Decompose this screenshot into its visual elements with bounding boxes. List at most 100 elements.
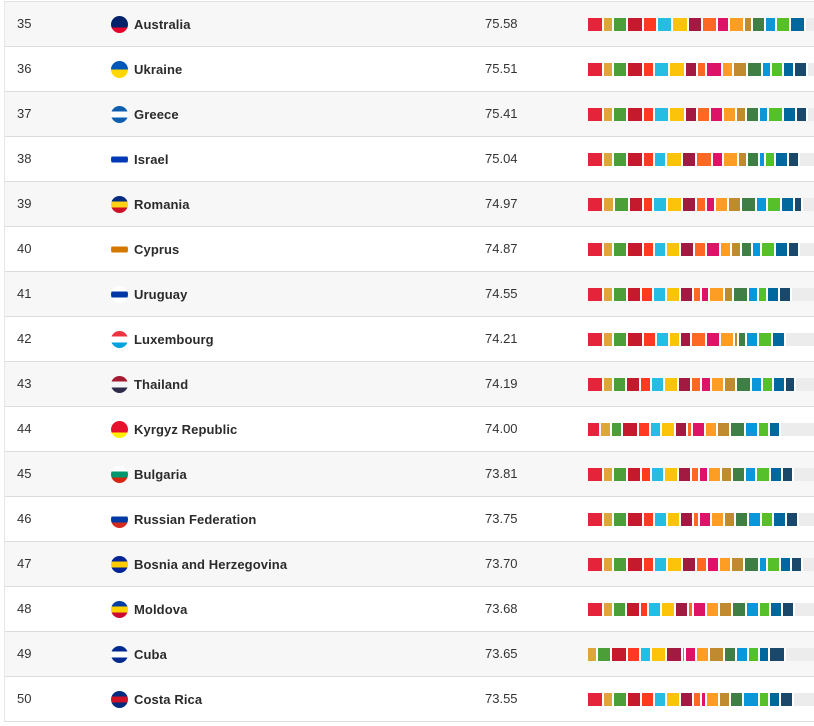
table-row[interactable]: 48 Moldova 73.68 xyxy=(5,587,814,632)
sdg-goal-4-segment xyxy=(628,693,643,706)
country-name[interactable]: Romania xyxy=(134,197,190,212)
country-name[interactable]: Bosnia and Herzegovina xyxy=(134,557,287,572)
sdg-goal-12-segment xyxy=(719,603,733,616)
rank: 49 xyxy=(17,646,32,661)
sdg-goal-8-segment xyxy=(676,603,690,616)
flag-icon xyxy=(111,60,128,78)
sdg-goal-13-segment xyxy=(742,198,757,211)
table-row[interactable]: 41 Uruguay 74.55 xyxy=(5,272,814,317)
country-name[interactable]: Moldova xyxy=(134,602,187,617)
sdg-goal-1-segment xyxy=(588,198,604,211)
table-row[interactable]: 46 Russian Federation 73.75 xyxy=(5,497,814,542)
sdg-goal-6-segment xyxy=(653,288,667,301)
sdg-goal-17-segment xyxy=(781,693,794,706)
sdg-goal-12-segment xyxy=(724,288,735,301)
country-cell[interactable]: Greece xyxy=(111,92,179,136)
table-row[interactable]: 50 Costa Rica 73.55 xyxy=(5,677,814,722)
country-name[interactable]: Australia xyxy=(134,17,191,32)
country-cell[interactable]: Costa Rica xyxy=(111,677,202,721)
table-row[interactable]: 35 Australia 75.58 xyxy=(5,2,814,47)
sdg-goal-5-segment xyxy=(644,108,656,121)
sdg-goal-3-segment xyxy=(615,198,630,211)
table-row[interactable]: 47 Bosnia and Herzegovina 73.70 xyxy=(5,542,814,587)
country-name[interactable]: Bulgaria xyxy=(134,467,187,482)
sdg-index-score: 75.41 xyxy=(485,106,518,121)
sdg-goal-2-segment xyxy=(600,423,613,436)
sdg-goal-2-segment xyxy=(603,513,614,526)
sdg-goal-9-segment xyxy=(693,288,703,301)
sdg-goal-15-segment xyxy=(761,243,776,256)
country-cell[interactable]: Luxembourg xyxy=(111,317,214,361)
sdg-goal-14-segment xyxy=(765,18,778,31)
country-cell[interactable]: Cyprus xyxy=(111,227,179,271)
flag-icon xyxy=(111,645,128,663)
table-row[interactable]: 37 Greece 75.41 xyxy=(5,92,814,137)
country-name[interactable]: Kyrgyz Republic xyxy=(134,422,237,437)
country-name[interactable]: Luxembourg xyxy=(134,332,214,347)
sdg-goal-2-segment xyxy=(603,468,614,481)
sdg-goal-8-segment xyxy=(681,288,694,301)
sdg-goal-13-segment xyxy=(748,153,760,166)
table-row[interactable]: 43 Thailand 74.19 xyxy=(5,362,814,407)
sdg-goal-1-segment xyxy=(588,108,604,121)
country-cell[interactable]: Kyrgyz Republic xyxy=(111,407,237,451)
table-row[interactable]: 36 Ukraine 75.51 xyxy=(5,47,814,92)
country-cell[interactable]: Romania xyxy=(111,182,190,226)
sdg-goal-performance-bar xyxy=(588,648,814,661)
sdg-goal-5-segment xyxy=(642,468,653,481)
sdg-goal-17-segment xyxy=(795,63,808,76)
table-row[interactable]: 49 Cuba 73.65 xyxy=(5,632,814,677)
sdg-goal-5-segment xyxy=(644,18,659,31)
sdg-goal-11-segment xyxy=(724,153,739,166)
country-name[interactable]: Ukraine xyxy=(134,62,182,77)
country-name[interactable]: Cuba xyxy=(134,647,167,662)
table-row[interactable]: 45 Bulgaria 73.81 xyxy=(5,452,814,497)
flag-icon xyxy=(111,15,128,33)
country-cell[interactable]: Thailand xyxy=(111,362,188,406)
sdg-goal-15-segment xyxy=(760,693,770,706)
sdg-goal-5-segment xyxy=(644,243,656,256)
rank: 45 xyxy=(17,466,32,481)
table-row[interactable]: 44 Kyrgyz Republic 74.00 xyxy=(5,407,814,452)
country-cell[interactable]: Uruguay xyxy=(111,272,187,316)
country-cell[interactable]: Russian Federation xyxy=(111,497,256,541)
sdg-goal-1-segment xyxy=(588,468,604,481)
sdg-goal-7-segment xyxy=(668,558,683,571)
sdg-goal-14-segment xyxy=(747,333,759,346)
sdg-goal-performance-bar xyxy=(588,288,814,301)
sdg-goal-8-segment xyxy=(682,558,697,571)
rank: 50 xyxy=(17,691,32,706)
country-name[interactable]: Cyprus xyxy=(134,242,179,257)
country-name[interactable]: Uruguay xyxy=(134,287,187,302)
country-name[interactable]: Thailand xyxy=(134,377,188,392)
sdg-goal-15-segment xyxy=(758,423,770,436)
sdg-goal-12-segment xyxy=(724,513,736,526)
country-cell[interactable]: Ukraine xyxy=(111,47,182,91)
country-name[interactable]: Russian Federation xyxy=(134,512,256,527)
table-row[interactable]: 40 Cyprus 74.87 xyxy=(5,227,814,272)
country-cell[interactable]: Israel xyxy=(111,137,169,181)
country-cell[interactable]: Bulgaria xyxy=(111,452,187,496)
sdg-goal-9-segment xyxy=(696,153,713,166)
sdg-goal-3-segment xyxy=(613,558,629,571)
sdg-goal-10-segment xyxy=(702,378,712,391)
table-row[interactable]: 39 Romania 74.97 xyxy=(5,182,814,227)
country-cell[interactable]: Moldova xyxy=(111,587,187,631)
sdg-goal-2-segment xyxy=(603,333,614,346)
country-name[interactable]: Costa Rica xyxy=(134,692,202,707)
country-cell[interactable]: Cuba xyxy=(111,632,167,676)
country-name[interactable]: Greece xyxy=(134,107,179,122)
table-row[interactable]: 38 Israel 75.04 xyxy=(5,137,814,182)
country-name[interactable]: Israel xyxy=(134,152,169,167)
country-cell[interactable]: Australia xyxy=(111,2,191,46)
sdg-index-score: 73.81 xyxy=(485,466,518,481)
sdg-goal-5-segment xyxy=(642,288,654,301)
sdg-goal-6-segment xyxy=(655,243,667,256)
sdg-goal-4-segment xyxy=(628,243,645,256)
sdg-goal-1-segment xyxy=(588,333,604,346)
sdg-goal-16-segment xyxy=(780,558,792,571)
country-cell[interactable]: Bosnia and Herzegovina xyxy=(111,542,287,586)
table-row[interactable]: 42 Luxembourg 74.21 xyxy=(5,317,814,362)
sdg-goal-6-segment xyxy=(649,603,662,616)
sdg-goal-9-segment xyxy=(692,468,701,481)
